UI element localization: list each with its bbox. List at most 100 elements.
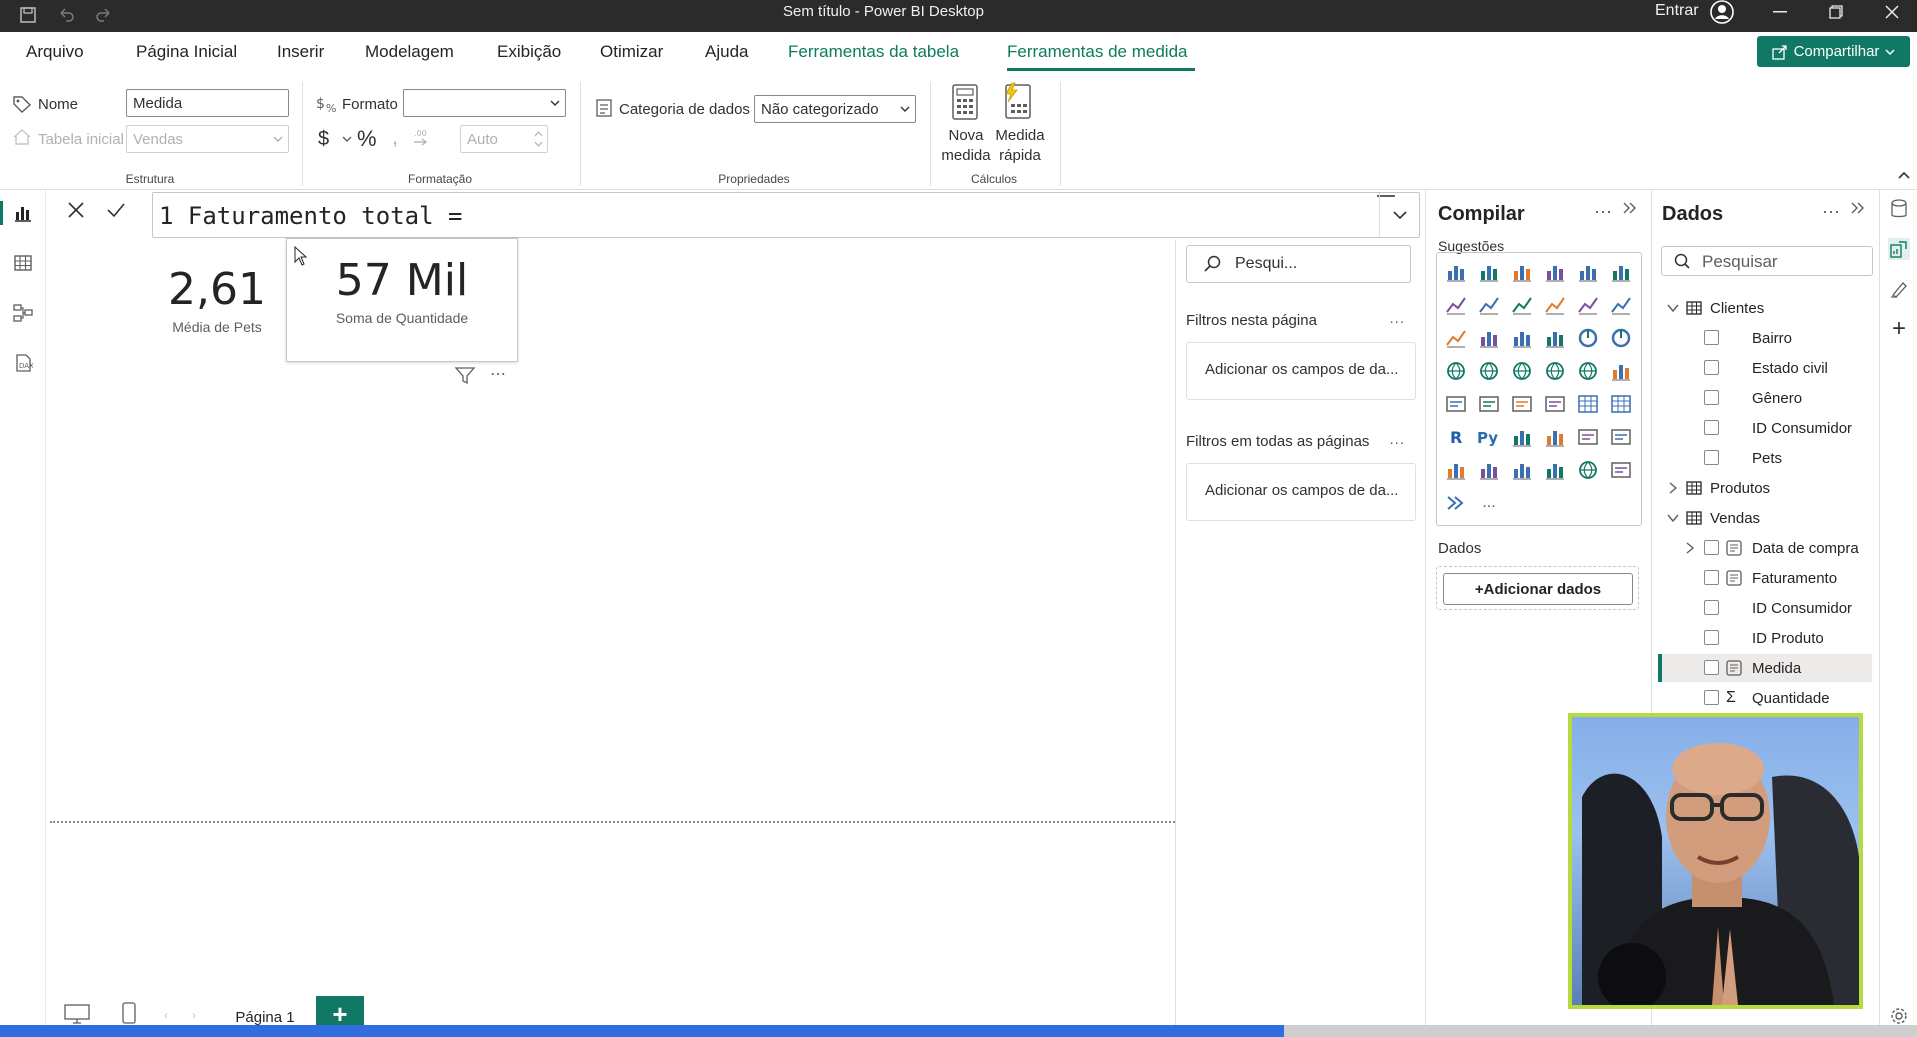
gauge-icon[interactable] [1608,358,1634,384]
menu-arquivo[interactable]: Arquivo [26,42,84,62]
filter-drop-zone-page[interactable]: Adicionar os campos de da... [1186,342,1416,400]
clustered-bar-chart-icon[interactable] [1509,259,1535,285]
azure-map-icon[interactable] [1575,358,1601,384]
ribbon-chart-icon[interactable] [1443,325,1469,351]
tab-ferramentas-tabela[interactable]: Ferramentas da tabela [788,42,959,62]
video-progress-bar[interactable] [0,1025,1917,1037]
arcgis-map-icon[interactable] [1575,457,1601,483]
close-window-button[interactable] [1864,0,1917,24]
tab-ferramentas-medida[interactable]: Ferramentas de medida [1007,42,1187,62]
report-canvas[interactable]: 2,61 Média de Pets 57 Mil Soma de Quanti… [46,238,1175,1002]
menu-modelagem[interactable]: Modelagem [365,42,454,62]
field-checkbox[interactable] [1704,660,1719,675]
chevron-down-icon[interactable] [1666,511,1680,525]
metrics-icon[interactable] [1443,457,1469,483]
treemap-icon[interactable] [1443,358,1469,384]
menu-inserir[interactable]: Inserir [277,42,324,62]
signin-link[interactable]: Entrar [1655,0,1699,22]
collapse-pane-icon[interactable] [1622,200,1638,216]
data-search-input[interactable]: Pesquisar [1661,246,1873,276]
table-view-icon[interactable] [11,251,35,275]
more-options-icon[interactable]: ⋯ [490,364,507,384]
more-options-icon[interactable]: ... [1389,431,1405,448]
add-data-button[interactable]: +Adicionar dados [1443,573,1633,605]
field-checkbox[interactable] [1704,330,1719,345]
expand-formula-button[interactable] [1379,193,1419,237]
commit-formula-button[interactable] [98,192,134,228]
prev-page-icon[interactable]: ‹ [164,1008,168,1022]
power-apps-icon[interactable] [1476,457,1502,483]
chevron-down-icon[interactable] [342,134,352,144]
chevron-right-icon[interactable] [1684,541,1696,555]
waterfall-chart-icon[interactable] [1476,325,1502,351]
decimals-input[interactable]: Auto [460,125,548,153]
cancel-formula-button[interactable] [58,192,94,228]
comma-style-button[interactable]: , [392,124,398,150]
mobile-layout-icon[interactable] [122,1002,136,1024]
stacked-area-chart-icon[interactable] [1509,292,1535,318]
more-options-icon[interactable]: ... [1389,310,1405,327]
field-checkbox[interactable] [1704,570,1719,585]
percent-button[interactable]: % [357,126,377,152]
desktop-layout-icon[interactable] [64,1004,90,1024]
power-bi-visuals-icon[interactable] [1443,490,1469,516]
smart-narrative-icon[interactable] [1542,457,1568,483]
card-icon[interactable] [1443,391,1469,417]
collapse-pane-icon[interactable] [1850,200,1866,216]
calculator-icon[interactable] [950,84,984,120]
model-view-icon[interactable] [11,301,35,325]
slicer-icon[interactable] [1542,391,1568,417]
field-checkbox[interactable] [1704,540,1719,555]
menu-otimizar[interactable]: Otimizar [600,42,663,62]
field-checkbox[interactable] [1704,450,1719,465]
funnel-chart-icon[interactable] [1509,325,1535,351]
multi-row-card-icon[interactable] [1476,391,1502,417]
menu-ajuda[interactable]: Ajuda [705,42,748,62]
clustered-column-chart-icon[interactable] [1542,259,1568,285]
kpi-icon[interactable] [1509,391,1535,417]
dax-query-view-icon[interactable]: DAX [11,351,35,375]
more-options-icon[interactable]: ⋯ [1594,202,1613,223]
table-node[interactable]: Vendas [1666,506,1760,530]
key-influencers-icon[interactable] [1509,424,1535,450]
build-pane-toggle-icon[interactable] [1888,238,1910,260]
card-media-pets[interactable]: 2,61 Média de Pets [142,264,292,335]
line-chart-icon[interactable] [1443,292,1469,318]
table-icon[interactable] [1575,391,1601,417]
currency-button[interactable]: $ [318,128,329,151]
field-checkbox[interactable] [1704,690,1719,705]
menu-pagina-inicial[interactable]: Página Inicial [136,42,237,62]
area-chart-icon[interactable] [1476,292,1502,318]
card-new-icon[interactable] [1608,457,1634,483]
field-checkbox[interactable] [1704,360,1719,375]
field-checkbox[interactable] [1704,600,1719,615]
field-checkbox[interactable] [1704,390,1719,405]
filter-drop-zone-all[interactable]: Adicionar os campos de da... [1186,463,1416,521]
more-options-icon[interactable]: ⋯ [1822,202,1841,223]
data-pane-toggle-icon[interactable] [1888,198,1910,220]
restore-button[interactable] [1808,0,1864,24]
formula-editor[interactable]: 1 Faturamento total = [152,192,1420,238]
filter-icon[interactable] [454,366,476,386]
collapse-ribbon-icon[interactable] [1898,170,1910,180]
minimize-button[interactable] [1752,0,1808,24]
decomposition-tree-icon[interactable] [1542,424,1568,450]
new-measure-button[interactable]: Nova medida [940,126,992,166]
menu-exibicao[interactable]: Exibição [497,42,561,62]
card-soma-quantidade[interactable]: 57 Mil Soma de Quantidade [286,238,518,362]
pie-chart-icon[interactable] [1575,325,1601,351]
settings-gear-icon[interactable] [1888,1005,1910,1027]
paginated-report-icon[interactable] [1608,424,1634,450]
quick-measure-button[interactable]: Medida rápida [992,126,1048,166]
line-and-stacked-column-icon[interactable] [1575,292,1601,318]
matrix-icon[interactable] [1608,391,1634,417]
filled-map-icon[interactable] [1509,358,1535,384]
100-stacked-area-chart-icon[interactable] [1542,292,1568,318]
measure-name-input[interactable]: Medida [126,89,289,117]
chevron-down-icon[interactable] [1666,301,1680,315]
field-checkbox[interactable] [1704,630,1719,645]
r-visual-icon[interactable]: R [1443,424,1469,450]
100-stacked-column-chart-icon[interactable] [1608,259,1634,285]
report-view-icon[interactable] [11,201,35,225]
add-pane-icon[interactable]: + [1888,315,1910,342]
